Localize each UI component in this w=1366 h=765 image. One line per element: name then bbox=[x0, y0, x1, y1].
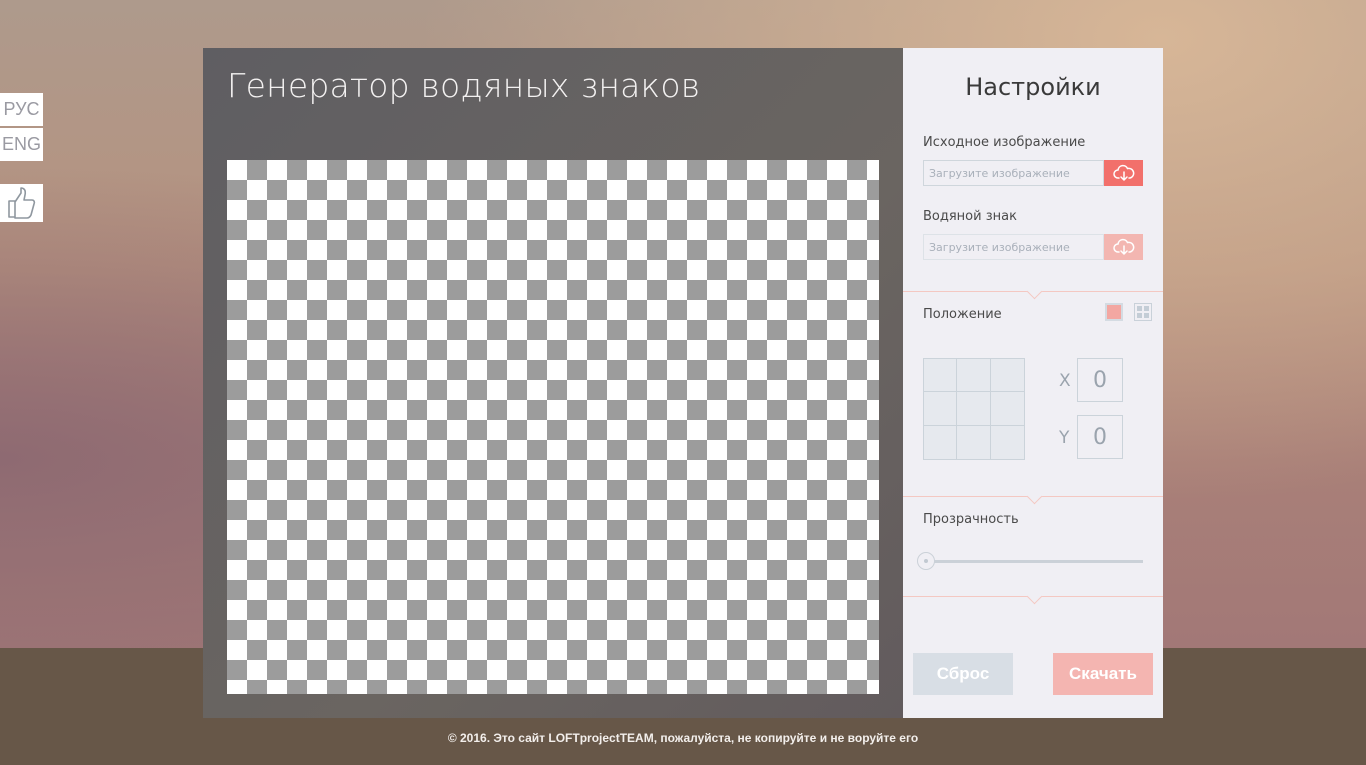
position-middle-right[interactable] bbox=[990, 392, 1024, 426]
position-middle-left[interactable] bbox=[924, 392, 958, 426]
y-label: Y bbox=[1059, 428, 1070, 448]
watermark-upload-button[interactable] bbox=[1104, 234, 1143, 260]
opacity-slider-handle[interactable] bbox=[917, 552, 935, 570]
watermark-upload bbox=[923, 234, 1143, 260]
source-upload-button[interactable] bbox=[1104, 160, 1143, 186]
watermark-label: Водяной знак bbox=[923, 209, 1017, 224]
position-single-icon[interactable] bbox=[1105, 303, 1123, 321]
section-divider-notch bbox=[1026, 588, 1043, 605]
like-button[interactable] bbox=[0, 184, 43, 222]
position-bottom-right[interactable] bbox=[991, 426, 1024, 459]
position-label: Положение bbox=[923, 307, 1002, 322]
position-bottom-center[interactable] bbox=[957, 425, 991, 459]
opacity-label: Прозрачность bbox=[923, 512, 1019, 527]
section-divider-notch bbox=[1026, 488, 1043, 505]
position-center[interactable] bbox=[957, 392, 991, 426]
x-coordinate-input[interactable] bbox=[1077, 358, 1123, 402]
settings-panel: Настройки Исходное изображение Водяной з… bbox=[903, 48, 1163, 718]
image-canvas bbox=[227, 160, 879, 694]
x-label: X bbox=[1059, 371, 1071, 391]
footer-copyright: © 2016. Это сайт LOFTprojectTEAM, пожалу… bbox=[447, 731, 919, 745]
reset-button[interactable]: Сброс bbox=[913, 653, 1013, 695]
download-button[interactable]: Скачать bbox=[1053, 653, 1153, 695]
cloud-upload-icon bbox=[1112, 238, 1134, 255]
page-title: Генератор водяных знаков bbox=[227, 66, 701, 105]
position-top-center[interactable] bbox=[957, 359, 991, 393]
section-divider-notch bbox=[1026, 283, 1043, 300]
lang-ru-button[interactable]: РУС bbox=[0, 93, 43, 126]
lang-en-button[interactable]: ENG bbox=[0, 128, 43, 161]
cloud-upload-icon bbox=[1112, 164, 1134, 181]
source-image-label: Исходное изображение bbox=[923, 135, 1086, 150]
position-grid bbox=[923, 358, 1025, 460]
opacity-slider[interactable] bbox=[917, 552, 1143, 570]
y-coordinate-input[interactable] bbox=[1077, 415, 1123, 459]
source-image-input[interactable] bbox=[923, 160, 1104, 186]
watermark-input[interactable] bbox=[923, 234, 1104, 260]
position-tile-icon[interactable] bbox=[1134, 303, 1152, 321]
preview-area: Генератор водяных знаков bbox=[203, 48, 903, 718]
source-upload bbox=[923, 160, 1143, 186]
like-icon bbox=[7, 187, 35, 219]
position-top-right[interactable] bbox=[990, 359, 1024, 393]
position-top-left[interactable] bbox=[924, 359, 958, 393]
position-bottom-left[interactable] bbox=[924, 425, 958, 459]
settings-title: Настройки bbox=[965, 73, 1101, 101]
